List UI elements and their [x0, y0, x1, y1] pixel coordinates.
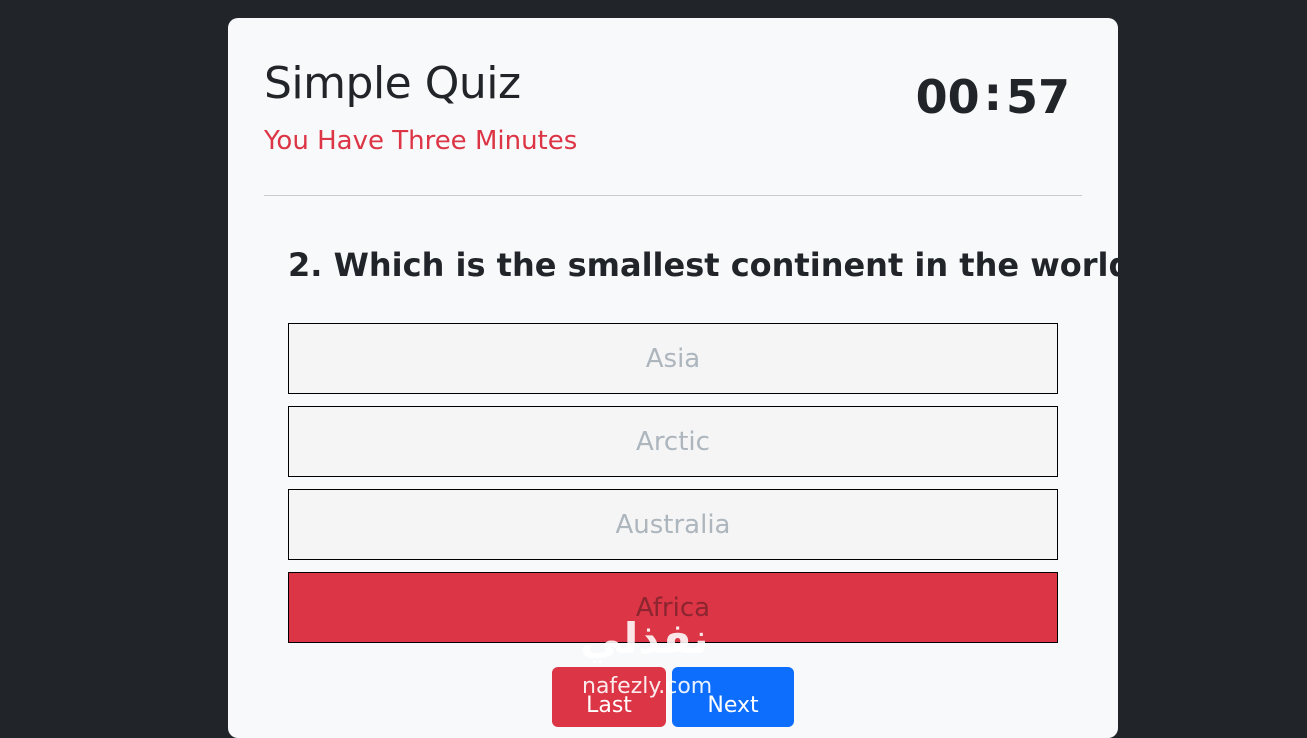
last-button[interactable]: Last — [552, 667, 666, 727]
answer-option-asia[interactable]: Asia — [288, 323, 1058, 394]
next-button[interactable]: Next — [672, 667, 794, 727]
header-divider — [264, 195, 1082, 196]
question-text: 2. Which is the smallest continent in th… — [288, 246, 1150, 284]
answer-list: Asia Arctic Australia Africa — [288, 323, 1058, 655]
answer-option-arctic[interactable]: Arctic — [288, 406, 1058, 477]
timer-seconds: 57 — [1005, 70, 1070, 124]
timer-minutes: 00 — [915, 70, 980, 124]
question-navigation: Last Next — [552, 667, 794, 727]
timer-separator: : — [983, 67, 1002, 121]
countdown-timer: 00 : 57 — [915, 67, 1070, 125]
answer-option-australia[interactable]: Australia — [288, 489, 1058, 560]
quiz-title: Simple Quiz — [264, 58, 521, 109]
answer-option-africa[interactable]: Africa — [288, 572, 1058, 643]
quiz-card: Simple Quiz You Have Three Minutes 00 : … — [228, 18, 1150, 738]
quiz-subtitle: You Have Three Minutes — [264, 126, 578, 156]
